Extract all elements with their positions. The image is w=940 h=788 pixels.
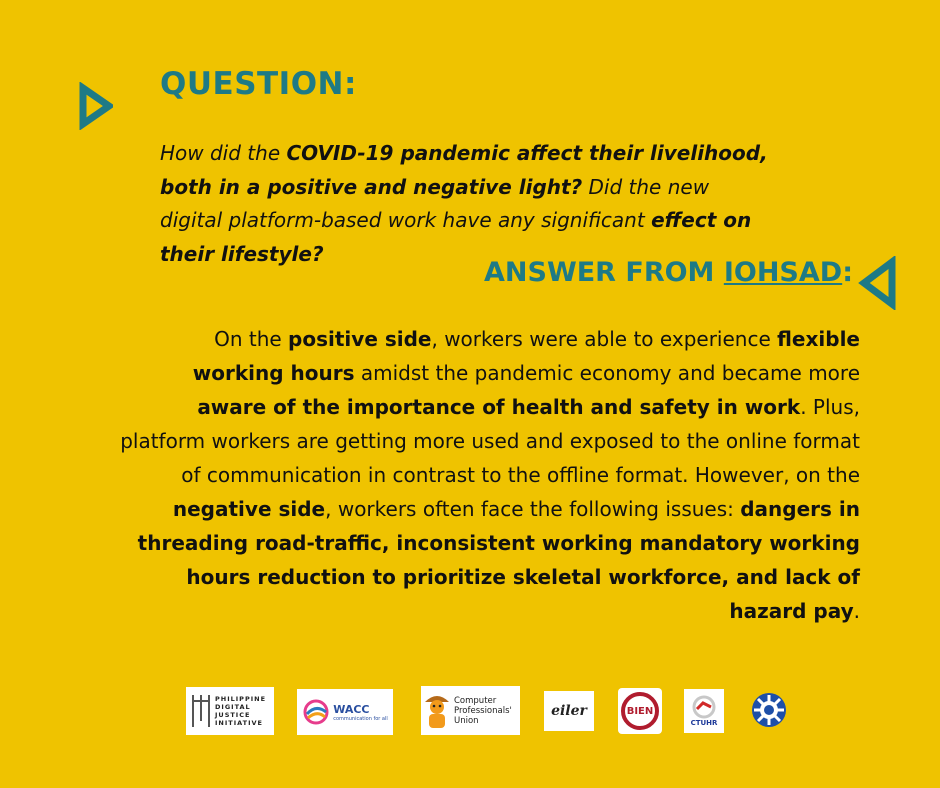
answer-heading-prefix: ANSWER FROM [484,257,724,288]
pdji-logo-text: PHILIPPINE DIGITAL JUSTICE INITIATIVE [215,695,267,727]
question-text: How did the COVID-19 pandemic affect the… [160,137,770,271]
wacc-logo: WACC communication for all [297,689,393,735]
bien-logo-text: BIEN [626,705,654,717]
wacc-logo-text: WACC [333,702,370,716]
wacc-tagline: communication for all [333,715,388,722]
answer-segment: negative side [172,497,326,521]
wacc-swirl-icon [303,699,329,725]
cpu-logo: Computer Professionals' Union [421,686,520,735]
ctuhr-logo-text: CTUHR [690,719,718,727]
pdji-mark-icon [192,695,210,727]
bien-logo: BIEN [618,688,662,734]
cpu-mascot-icon [425,695,449,728]
question-segment: How did the [160,141,287,165]
answer-heading-suffix: : [842,257,853,288]
question-heading: QUESTION: [160,66,357,102]
play-triangle-icon [79,82,113,130]
reverse-triangle-icon [858,256,896,310]
answer-segment: . [853,599,860,623]
ctuhr-figure-icon [692,695,716,719]
answer-text: On the positive side, workers were able … [118,322,860,628]
answer-segment: positive side [288,327,432,351]
pdji-logo: PHILIPPINE DIGITAL JUSTICE INITIATIVE [186,687,274,735]
answer-segment: On the [214,327,289,351]
answer-segment: aware of the importance of health and sa… [197,395,801,419]
cpu-logo-text: Computer Professionals' Union [454,695,512,726]
answer-segment: , workers often face the following issue… [325,497,741,521]
answer-segment: amidst the pandemic economy and became m… [354,361,860,385]
gear-logo [749,689,789,731]
answer-heading: ANSWER FROM IOHSAD: [484,257,853,288]
eiler-logo: eiler [544,691,594,731]
ctuhr-logo: CTUHR [684,689,724,733]
org-link[interactable]: IOHSAD [724,257,842,288]
eiler-logo-text: eiler [551,703,587,719]
answer-segment: , workers were able to experience [431,327,778,351]
gear-icon [752,693,786,727]
